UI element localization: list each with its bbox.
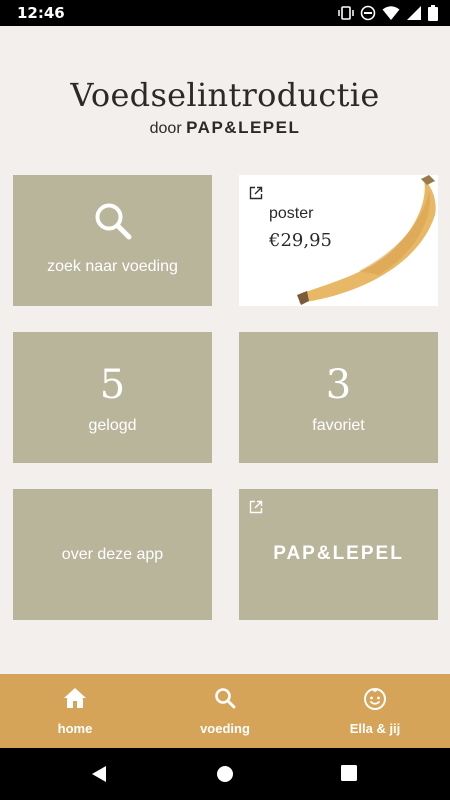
status-time: 12:46 [17,4,65,22]
about-app-label: over deze app [61,546,164,563]
status-icons [338,5,438,21]
about-app-tile[interactable]: over deze app [13,489,212,620]
nav-label-voeding: voeding [200,721,250,736]
nav-label-home: home [57,721,93,736]
nav-item-ella-en-jij[interactable]: Ella & jij [300,674,450,748]
search-food-label: zoek naar voeding [47,258,178,275]
search-icon [95,203,132,240]
external-link-icon [249,500,263,514]
baby-face-icon [364,688,386,710]
search-food-tile[interactable]: zoek naar voeding [13,175,212,306]
battery-icon [428,5,438,21]
logged-count: 5 [99,362,126,408]
byline-prefix: door [149,120,182,137]
brand-link-tile[interactable]: PAP&LEPEL [239,489,438,620]
nav-item-home[interactable]: home [0,674,150,748]
dnd-icon [360,5,376,21]
recents-icon[interactable] [341,765,357,781]
wifi-icon [382,6,400,20]
nav-label-ella-en-jij: Ella & jij [349,721,401,736]
poster-price: €29,95 [269,230,332,251]
external-link-icon [249,186,263,200]
logged-tile[interactable]: 5 gelogd [13,332,212,463]
vibrate-icon [338,6,354,20]
back-icon[interactable] [90,765,108,783]
signal-icon [407,6,421,20]
home-button-icon[interactable] [216,765,234,783]
system-navigation-bar [0,748,450,800]
bottom-nav: home voeding Ella & jij [0,674,450,748]
search-icon [215,688,236,709]
poster-tile[interactable]: poster €29,95 [239,175,438,306]
favorites-label: favoriet [312,417,365,434]
home-icon [64,688,86,708]
app-title: Voedselintroductie [70,76,380,114]
byline: door PAP&LEPEL [0,118,450,138]
app-header: Voedselintroductie door PAP&LEPEL [0,26,450,166]
status-bar: 12:46 [0,0,450,26]
brand-name: PAP&LEPEL [186,118,301,137]
brand-logo: PAP&LEPEL [273,543,404,564]
nav-item-voeding[interactable]: voeding [150,674,300,748]
favorites-tile[interactable]: 3 favoriet [239,332,438,463]
poster-title: poster [269,205,314,222]
favorites-count: 3 [325,362,352,408]
logged-label: gelogd [88,417,137,434]
